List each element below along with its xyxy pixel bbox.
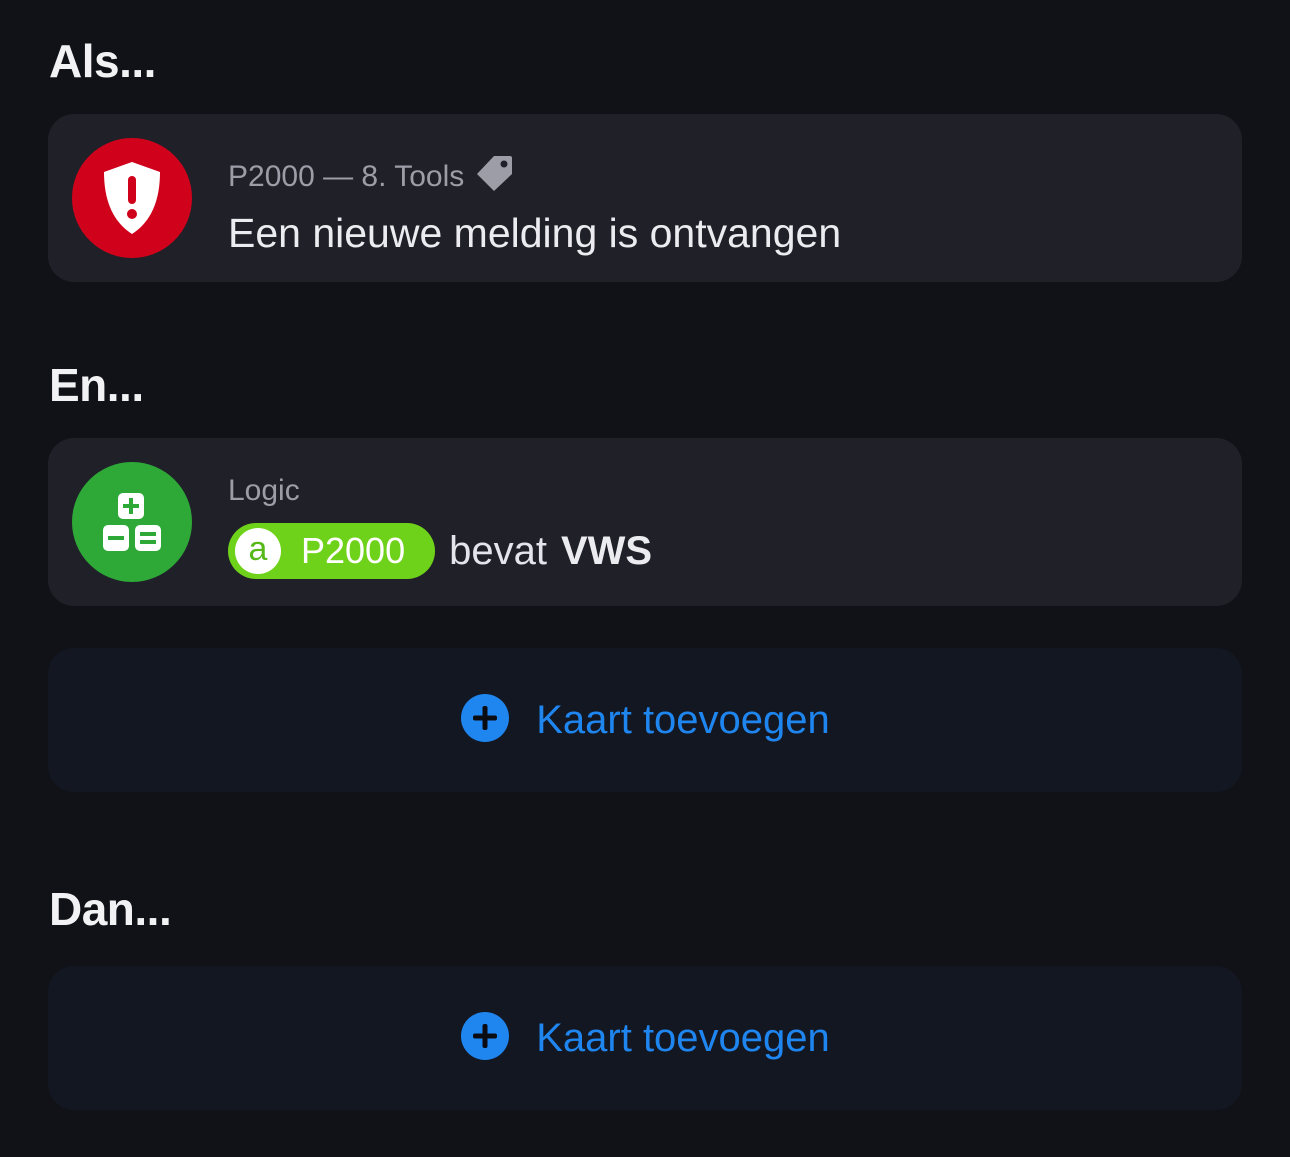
logic-card-subtitle: Logic [228,474,300,507]
add-card-label: Kaart toevoegen [536,1015,830,1060]
shield-alert-icon [72,138,192,258]
logic-card[interactable]: Logic a P2000 bevat VWS [48,438,1242,606]
add-card-label: Kaart toevoegen [536,697,830,742]
variable-token[interactable]: a P2000 [228,523,436,579]
logic-condition: a P2000 bevat VWS [228,523,652,579]
section-title-dan: Dan... [49,883,172,935]
section-title-als: Als... [49,35,156,87]
section-title-en: En... [49,359,144,411]
tag-icon [476,154,514,200]
trigger-app-label: P2000 — 8. Tools [228,160,465,193]
condition-operator: bevat [449,528,547,573]
trigger-card-title: Een nieuwe melding is ontvangen [228,210,842,256]
condition-value: VWS [560,528,653,573]
token-label: P2000 [301,530,406,571]
plus-circle-icon [460,1011,510,1066]
plus-circle-icon [460,693,510,748]
calculator-icon [72,462,192,582]
add-card-button-en[interactable]: Kaart toevoegen [48,648,1242,792]
add-card-button-dan[interactable]: Kaart toevoegen [48,966,1242,1110]
flow-editor: Als... P2000 — 8. Tools Een nieuwe meldi… [0,0,1290,1157]
trigger-card[interactable]: P2000 — 8. Tools Een nieuwe melding is o… [48,114,1242,282]
token-badge: a [235,528,281,574]
trigger-card-subtitle: P2000 — 8. Tools [228,154,514,200]
